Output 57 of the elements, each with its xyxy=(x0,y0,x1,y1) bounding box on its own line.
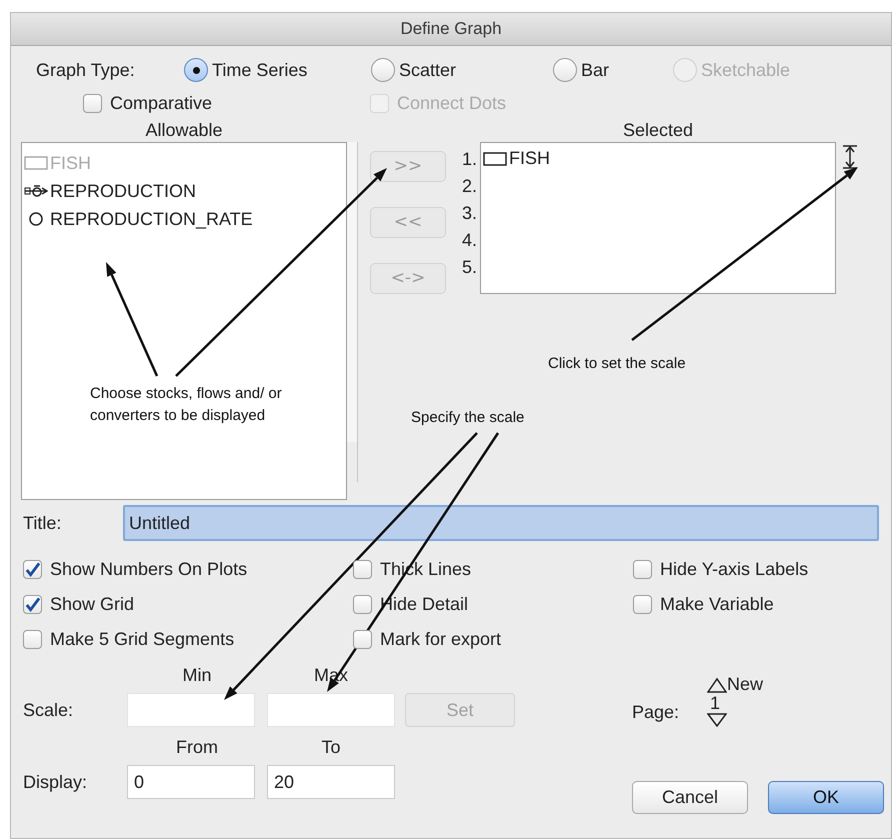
slot-number: 5. xyxy=(460,256,477,279)
down-arrow-icon[interactable] xyxy=(707,713,727,727)
field-label: Title: xyxy=(23,512,62,534)
stock-icon xyxy=(483,150,507,166)
input-field[interactable]: 0 xyxy=(127,765,255,799)
list-heading: Selected xyxy=(622,119,694,142)
annotation-text: Choose stocks, flows and/ or converters to be displayed xyxy=(90,384,283,426)
slot-number: 2. xyxy=(460,175,477,198)
column-label: From xyxy=(175,736,219,759)
checkbox-label: Mark for export xyxy=(380,628,502,651)
cancel-button[interactable]: Cancel xyxy=(632,781,748,814)
input-field[interactable] xyxy=(267,693,395,727)
radio-button[interactable]: Bar xyxy=(553,56,673,84)
slot-number: 3. xyxy=(460,202,477,225)
radio-button[interactable]: Scatter xyxy=(371,56,553,84)
list-item[interactable]: REPRODUCTION xyxy=(22,177,346,205)
input-field[interactable]: 20 xyxy=(267,765,395,799)
checkbox[interactable] xyxy=(23,630,42,649)
slot-number: 4. xyxy=(460,229,477,252)
input-field[interactable] xyxy=(127,693,255,727)
scale-icon[interactable] xyxy=(842,144,858,170)
column-label: To xyxy=(320,736,342,759)
checkbox-label: Connect Dots xyxy=(397,92,506,114)
title-field[interactable]: Untitled xyxy=(123,505,879,541)
checkbox[interactable] xyxy=(633,595,652,614)
checkbox[interactable] xyxy=(23,595,42,614)
field-label: Scale: xyxy=(23,698,74,722)
checkbox[interactable] xyxy=(353,560,372,579)
up-arrow-icon[interactable] xyxy=(707,677,727,693)
stock-icon xyxy=(24,155,48,171)
checkbox-label: Comparative xyxy=(110,92,212,115)
field-label: Page: xyxy=(632,701,680,724)
checkbox[interactable] xyxy=(633,560,652,579)
checkbox-label: Show Numbers On Plots xyxy=(50,558,248,581)
annotation-text: Click to set the scale xyxy=(548,354,686,374)
list-item[interactable]: FISH xyxy=(483,145,550,172)
checkbox-label: Make 5 Grid Segments xyxy=(50,628,234,651)
checkbox-label: Make Variable xyxy=(660,593,774,616)
slot-number: 1. xyxy=(460,148,477,171)
checkbox-label: Hide Y-axis Labels xyxy=(660,558,808,581)
window-title: Define Graph xyxy=(400,18,502,40)
checkbox[interactable] xyxy=(353,595,372,614)
list-item[interactable]: REPRODUCTION_RATE xyxy=(22,205,346,233)
ok-button[interactable]: OK xyxy=(768,781,884,814)
checkbox[interactable] xyxy=(353,630,372,649)
flow-icon xyxy=(24,183,48,199)
annotation-text: Specify the scale xyxy=(411,408,524,428)
checkbox[interactable] xyxy=(23,560,42,579)
checkbox[interactable] xyxy=(83,94,102,112)
field-label: Display: xyxy=(23,770,88,794)
field-label: Graph Type: xyxy=(36,58,136,82)
page-number: 1 xyxy=(710,693,720,713)
column-label: Min xyxy=(181,664,212,687)
checkbox-label: Show Grid xyxy=(50,593,134,616)
list-heading: Allowable xyxy=(144,119,224,142)
radio-button[interactable]: Time Series xyxy=(184,56,371,84)
new-page-label: New xyxy=(727,675,764,693)
